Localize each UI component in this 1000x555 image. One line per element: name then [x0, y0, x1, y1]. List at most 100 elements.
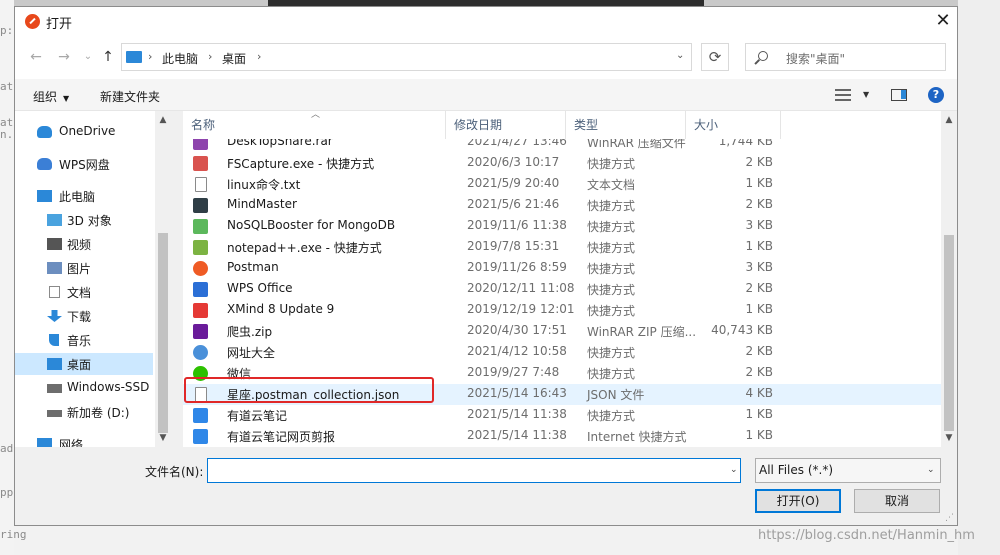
- filter-dropdown-icon[interactable]: ⌄: [927, 465, 935, 475]
- search-icon: [758, 51, 768, 61]
- xmind-icon: [193, 303, 208, 318]
- breadcrumb-separator: ›: [208, 50, 213, 63]
- file-row[interactable]: linux命令.txt 2021/5/9 20:40 文本文档 1 KB: [183, 174, 941, 195]
- organize-button[interactable]: 组织 ▼: [33, 88, 69, 105]
- cancel-button[interactable]: 取消: [854, 489, 940, 513]
- scrollbar-thumb[interactable]: [158, 233, 168, 433]
- background-code-fragment: ad: [0, 442, 14, 455]
- navigation-bar: ← → ⌄ ↑ › 此电脑 › 桌面 › ⌄ ⟳ 搜索"桌面": [15, 35, 957, 79]
- scroll-up-icon[interactable]: ▲: [941, 115, 957, 125]
- file-row[interactable]: WPS Office 2020/12/11 11:08 快捷方式 2 KB: [183, 279, 941, 300]
- navigation-pane: OneDrive WPS网盘 此电脑 3D 对象 视频 图片 文档 下载 音乐 …: [15, 111, 171, 447]
- youdao-icon: [193, 408, 208, 423]
- file-row[interactable]: 爬虫.zip 2020/4/30 17:51 WinRAR ZIP 压缩... …: [183, 321, 941, 342]
- filename-dropdown-icon[interactable]: ⌄: [730, 465, 738, 475]
- title-bar: 打开 ✕: [15, 7, 957, 35]
- view-dropdown-icon[interactable]: ▼: [863, 90, 869, 99]
- film-icon: [47, 238, 62, 250]
- background-code-fragment: p:: [0, 24, 14, 37]
- column-header-type[interactable]: 类型: [566, 111, 686, 139]
- file-row[interactable]: 有道云笔记 2021/5/14 11:38 快捷方式 1 KB: [183, 405, 941, 426]
- computer-icon: [126, 51, 142, 63]
- scroll-up-icon[interactable]: ▲: [155, 115, 171, 125]
- document-icon: [49, 286, 60, 298]
- refresh-icon[interactable]: ⟳: [701, 43, 729, 71]
- recent-locations-icon[interactable]: ⌄: [79, 48, 97, 66]
- file-row[interactable]: MindMaster 2021/5/6 21:46 快捷方式 2 KB: [183, 195, 941, 216]
- youdao-clip-icon: [193, 429, 208, 444]
- browser-icon: [193, 345, 208, 360]
- sidebar-item-music[interactable]: 音乐: [15, 329, 153, 351]
- sidebar-item-documents[interactable]: 文档: [15, 281, 153, 303]
- filename-input[interactable]: [207, 458, 741, 483]
- file-row[interactable]: XMind 8 Update 9 2019/12/19 12:01 快捷方式 1…: [183, 300, 941, 321]
- postman-icon: [193, 261, 208, 276]
- scroll-down-icon[interactable]: ▼: [155, 433, 171, 443]
- desktop-icon: [47, 358, 62, 370]
- column-header-name[interactable]: 名称: [183, 111, 446, 139]
- new-folder-button[interactable]: 新建文件夹: [100, 88, 160, 105]
- address-bar[interactable]: › 此电脑 › 桌面 › ⌄: [121, 43, 692, 71]
- forward-arrow-icon[interactable]: →: [55, 48, 73, 66]
- sidebar-item-desktop[interactable]: 桌面: [15, 353, 153, 375]
- breadcrumb-this-pc[interactable]: 此电脑: [162, 50, 198, 67]
- back-arrow-icon[interactable]: ←: [27, 48, 45, 66]
- sidebar-item-network[interactable]: 网络: [15, 433, 153, 447]
- file-row[interactable]: notepad++.exe - 快捷方式 2019/7/8 15:31 快捷方式…: [183, 237, 941, 258]
- file-row[interactable]: Postman 2019/11/26 8:59 快捷方式 3 KB: [183, 258, 941, 279]
- file-list-scrollbar[interactable]: ▲ ▼: [941, 111, 957, 447]
- music-icon: [49, 334, 59, 346]
- network-icon: [37, 438, 52, 447]
- column-header-size[interactable]: 大小: [686, 111, 781, 139]
- drive-icon: [47, 384, 62, 393]
- background-code-fragment: n.: [0, 128, 14, 141]
- text-file-icon: [195, 177, 207, 192]
- annotation-highlight-box: [184, 377, 434, 403]
- file-row[interactable]: FSCapture.exe - 快捷方式 2020/6/3 10:17 快捷方式…: [183, 153, 941, 174]
- sidebar-item-downloads[interactable]: 下载: [15, 305, 153, 327]
- nosqlbooster-icon: [193, 219, 208, 234]
- sidebar-item-onedrive[interactable]: OneDrive: [15, 121, 153, 143]
- sidebar-item-pictures[interactable]: 图片: [15, 257, 153, 279]
- scrollbar-thumb[interactable]: [944, 235, 954, 431]
- picture-icon: [47, 262, 62, 274]
- sidebar-scrollbar[interactable]: ▲ ▼: [155, 111, 171, 447]
- zip-icon: [193, 324, 208, 339]
- cube-icon: [47, 214, 62, 226]
- sidebar-item-drive-d[interactable]: 新加卷 (D:): [15, 401, 153, 423]
- sidebar-item-3d-objects[interactable]: 3D 对象: [15, 209, 153, 231]
- file-row[interactable]: DeskTopShare.rar 2021/4/27 13:46 WinRAR …: [183, 139, 941, 153]
- dialog-title: 打开: [46, 17, 73, 32]
- breadcrumb-separator: ›: [257, 50, 262, 63]
- filename-label: 文件名(N):: [145, 465, 204, 479]
- sidebar-item-videos[interactable]: 视频: [15, 233, 153, 255]
- open-button[interactable]: 打开(O): [755, 489, 841, 513]
- sidebar-item-windows-ssd[interactable]: Windows-SSD: [15, 377, 153, 399]
- sidebar-item-this-pc[interactable]: 此电脑: [15, 185, 153, 207]
- scroll-down-icon[interactable]: ▼: [941, 433, 957, 443]
- download-icon: [47, 310, 62, 322]
- resize-grip-icon[interactable]: ⋰: [945, 513, 954, 523]
- file-type-filter[interactable]: All Files (*.*): [755, 458, 941, 483]
- background-code-fragment: ring: [0, 528, 27, 541]
- address-dropdown-icon[interactable]: ⌄: [676, 50, 684, 61]
- preview-pane-icon[interactable]: [891, 89, 907, 101]
- file-row[interactable]: NoSQLBooster for MongoDB 2019/11/6 11:38…: [183, 216, 941, 237]
- close-icon[interactable]: ✕: [930, 10, 956, 32]
- file-row[interactable]: 网址大全 2021/4/12 10:58 快捷方式 2 KB: [183, 342, 941, 363]
- breadcrumb-desktop[interactable]: 桌面: [222, 50, 246, 67]
- breadcrumb-separator: ›: [148, 50, 153, 63]
- search-box[interactable]: 搜索"桌面": [745, 43, 946, 71]
- up-arrow-icon[interactable]: ↑: [99, 48, 117, 66]
- column-header-date[interactable]: 修改日期: [446, 111, 566, 139]
- view-options-icon[interactable]: [835, 89, 851, 101]
- watermark-text: https://blog.csdn.net/Hanmin_hm: [758, 528, 975, 543]
- file-row[interactable]: 有道云笔记网页剪报 2021/5/14 11:38 Internet 快捷方式 …: [183, 426, 941, 447]
- open-file-dialog: 打开 ✕ ← → ⌄ ↑ › 此电脑 › 桌面 › ⌄ ⟳ 搜索"桌面" 组织 ▼…: [14, 6, 958, 526]
- wps-icon: [193, 282, 208, 297]
- background-code-fragment: pp: [0, 486, 14, 499]
- sidebar-item-wps-drive[interactable]: WPS网盘: [15, 153, 153, 175]
- drive-icon: [47, 410, 62, 417]
- help-icon[interactable]: ?: [928, 87, 944, 103]
- cloud-icon: [37, 158, 52, 170]
